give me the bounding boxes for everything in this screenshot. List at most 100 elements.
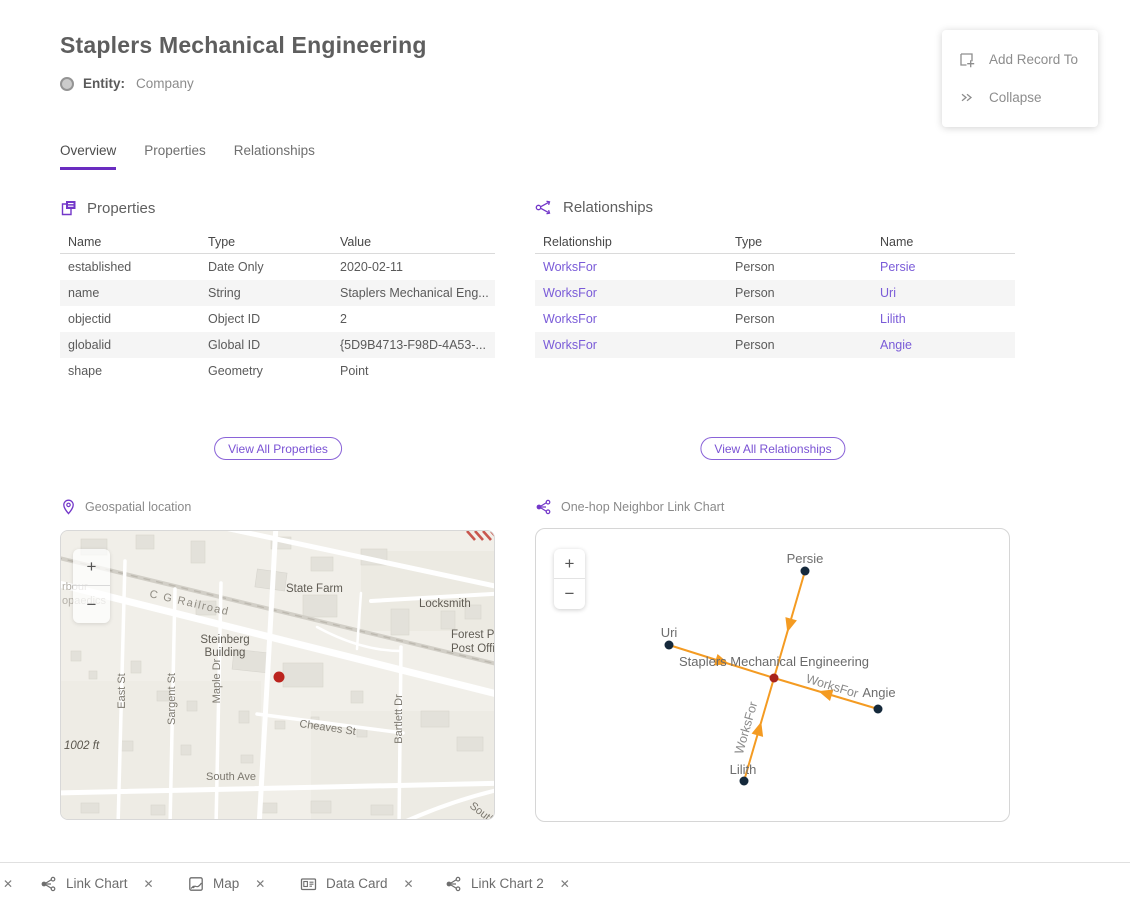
- properties-section-title: Properties: [87, 200, 155, 217]
- map-label-street: Sargent St: [166, 673, 178, 725]
- workspace-tab-map[interactable]: Map ✕: [188, 863, 265, 903]
- entity-link[interactable]: Persie: [872, 260, 1015, 274]
- menu-item-add-record-to[interactable]: Add Record To: [942, 40, 1098, 78]
- prop-value: Staplers Mechanical Eng...: [332, 286, 495, 300]
- prop-type: Global ID: [200, 338, 332, 352]
- entity-type-icon: [60, 77, 74, 91]
- map-label-street: Bartlett Dr: [393, 694, 405, 744]
- col-header: Type: [200, 235, 332, 249]
- prop-name: globalid: [60, 338, 200, 352]
- close-icon[interactable]: ✕: [3, 877, 13, 891]
- map-zoom-control: + −: [73, 549, 110, 623]
- entity-link[interactable]: Lilith: [872, 312, 1015, 326]
- map-zoom-out-button[interactable]: −: [73, 586, 110, 623]
- node-label: Uri: [661, 625, 678, 640]
- graph-node-lilith[interactable]: [740, 777, 749, 786]
- prop-value: 2020-02-11: [332, 260, 495, 274]
- table-row: globalid Global ID {5D9B4713-F98D-4A53-.…: [60, 332, 495, 358]
- table-row: objectid Object ID 2: [60, 306, 495, 332]
- workspace-tab-label: Map: [213, 876, 239, 891]
- relationships-section-header: Relationships: [535, 199, 653, 216]
- map-marker[interactable]: [274, 672, 285, 683]
- rel-type: Person: [727, 260, 872, 274]
- card-tabs: Overview Properties Relationships: [60, 143, 315, 170]
- map-view[interactable]: rbour opaedics C G Railroad State Farm L…: [60, 530, 495, 820]
- entity-link[interactable]: Angie: [872, 338, 1015, 352]
- map-label-street: South Ave: [206, 771, 256, 783]
- graph-node-center[interactable]: [770, 674, 779, 683]
- table-row: shape Geometry Point: [60, 358, 495, 384]
- prop-value: 2: [332, 312, 495, 326]
- rel-type: Person: [727, 286, 872, 300]
- relationship-link[interactable]: WorksFor: [535, 286, 727, 300]
- prop-name: established: [60, 260, 200, 274]
- tab-overview[interactable]: Overview: [60, 143, 116, 170]
- map-zoom-in-button[interactable]: +: [73, 549, 110, 586]
- entity-type-value: Company: [136, 76, 194, 91]
- table-row: name String Staplers Mechanical Eng...: [60, 280, 495, 306]
- workspace-tab-data-card[interactable]: Data Card ✕: [300, 863, 414, 903]
- workspace-tab-label: Data Card: [326, 876, 388, 891]
- properties-icon: [60, 199, 78, 217]
- map-label-poi: Forest Par: [451, 629, 495, 641]
- data-card-page: Staplers Mechanical Engineering Entity: …: [0, 0, 1130, 903]
- table-row: established Date Only 2020-02-11: [60, 254, 495, 280]
- data-card-icon: [300, 876, 317, 892]
- table-row: WorksFor Person Uri: [535, 280, 1015, 306]
- tab-partial[interactable]: ✕: [0, 863, 13, 903]
- workspace-tab-link-chart-2[interactable]: Link Chart 2 ✕: [445, 863, 570, 903]
- table-row: WorksFor Person Persie: [535, 254, 1015, 280]
- close-icon[interactable]: ✕: [560, 877, 570, 891]
- node-label: Angie: [862, 685, 895, 700]
- workspace-tab-label: Link Chart: [66, 876, 128, 891]
- map-label-poi: State Farm: [286, 583, 343, 595]
- link-chart-icon: [535, 499, 552, 515]
- link-chart-view[interactable]: WorksFor WorksFor Persie Uri Angie Lilit…: [535, 528, 1010, 822]
- prop-name: objectid: [60, 312, 200, 326]
- collapse-icon: [958, 89, 975, 106]
- close-icon[interactable]: ✕: [404, 877, 414, 891]
- view-all-properties-button[interactable]: View All Properties: [214, 437, 342, 460]
- page-title: Staplers Mechanical Engineering: [60, 32, 427, 59]
- relationships-table-header: Relationship Type Name: [535, 231, 1015, 254]
- node-label: Persie: [787, 551, 824, 566]
- properties-table: Name Type Value established Date Only 20…: [60, 231, 495, 384]
- relationships-section-title: Relationships: [563, 199, 653, 216]
- relationships-table: Relationship Type Name WorksFor Person P…: [535, 231, 1015, 358]
- map-scale-label: 1002 ft: [64, 740, 100, 752]
- prop-type: Date Only: [200, 260, 332, 274]
- map-label-poi: Steinberg: [200, 634, 249, 646]
- relationship-link[interactable]: WorksFor: [535, 338, 727, 352]
- link-chart-zoom-control: + −: [554, 549, 585, 609]
- map-label-street: East St: [116, 673, 128, 708]
- workspace-tab-bar: ✕ Link Chart ✕ Map ✕: [0, 862, 1130, 903]
- entity-link[interactable]: Uri: [872, 286, 1015, 300]
- graph-node-persie[interactable]: [801, 567, 810, 576]
- relationship-link[interactable]: WorksFor: [535, 312, 727, 326]
- menu-item-collapse[interactable]: Collapse: [942, 78, 1098, 116]
- link-chart-zoom-out-button[interactable]: −: [554, 579, 585, 609]
- graph-node-uri[interactable]: [665, 641, 674, 650]
- graph-node-angie[interactable]: [874, 705, 883, 714]
- close-icon[interactable]: ✕: [144, 877, 154, 891]
- link-chart-canvas: WorksFor WorksFor Persie Uri Angie Lilit…: [536, 529, 1010, 822]
- entity-label: Entity:: [83, 76, 125, 91]
- context-menu: Add Record To Collapse: [942, 30, 1098, 127]
- menu-item-label: Add Record To: [989, 52, 1078, 67]
- close-icon[interactable]: ✕: [255, 877, 265, 891]
- table-row: WorksFor Person Angie: [535, 332, 1015, 358]
- link-chart-section-title: One-hop Neighbor Link Chart: [561, 500, 724, 514]
- col-header: Value: [332, 235, 495, 249]
- tab-relationships[interactable]: Relationships: [234, 143, 315, 170]
- tab-properties[interactable]: Properties: [144, 143, 206, 170]
- geospatial-section-header: Geospatial location: [61, 499, 191, 515]
- relationship-link[interactable]: WorksFor: [535, 260, 727, 274]
- workspace-tab-label: Link Chart 2: [471, 876, 544, 891]
- col-header: Name: [60, 235, 200, 249]
- rel-type: Person: [727, 338, 872, 352]
- menu-item-label: Collapse: [989, 90, 1042, 105]
- view-all-relationships-button[interactable]: View All Relationships: [700, 437, 845, 460]
- properties-table-header: Name Type Value: [60, 231, 495, 254]
- link-chart-zoom-in-button[interactable]: +: [554, 549, 585, 579]
- workspace-tab-link-chart[interactable]: Link Chart ✕: [40, 863, 154, 903]
